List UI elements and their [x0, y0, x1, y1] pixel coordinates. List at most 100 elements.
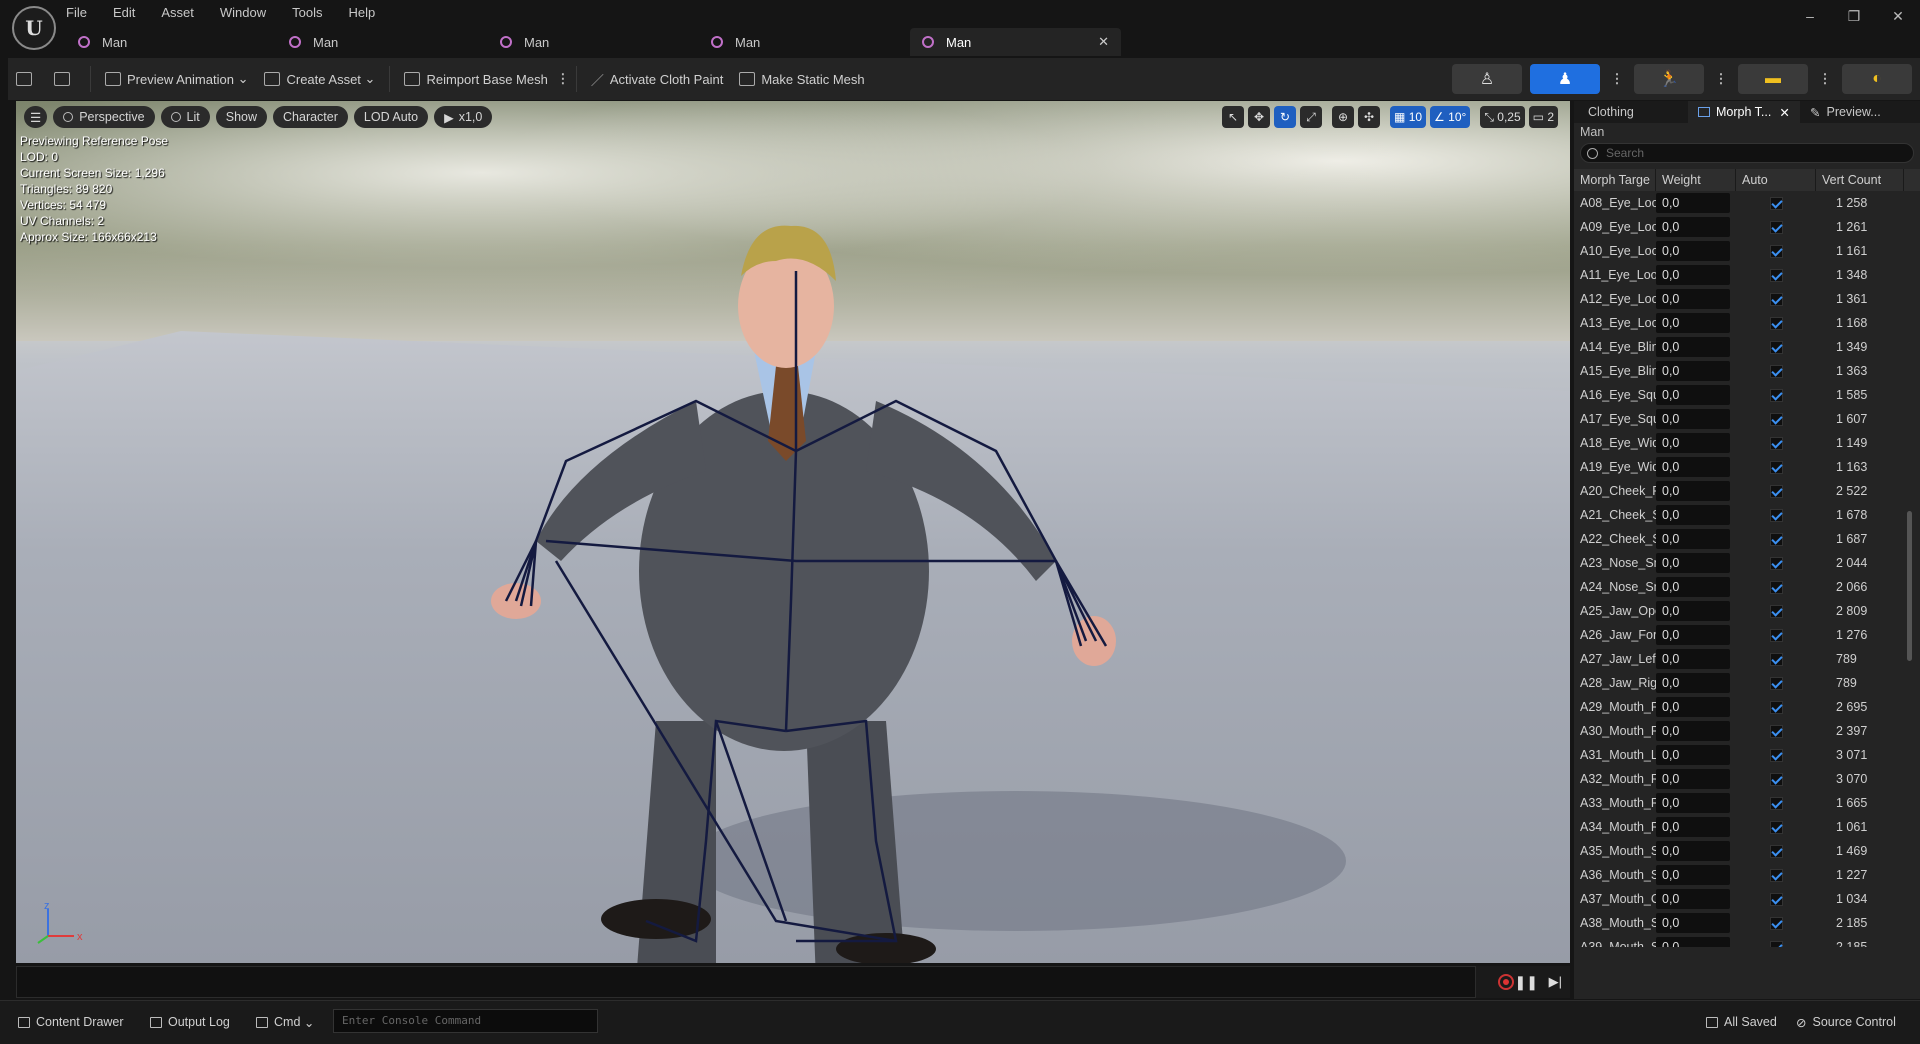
table-row[interactable]: A33_Mouth_Ro0,0 1 665 [1574, 791, 1920, 815]
auto-checkbox[interactable] [1769, 940, 1783, 947]
timeline-scrubber[interactable] [16, 966, 1476, 998]
weight-input[interactable]: 0,0 [1656, 505, 1730, 525]
menu-asset[interactable]: Asset [161, 5, 194, 20]
table-row[interactable]: A09_Eye_Look0,0 1 261 [1574, 215, 1920, 239]
unreal-logo-icon[interactable]: U [12, 6, 56, 50]
mode-options-icon[interactable]: ⋮ [1610, 71, 1624, 87]
skeleton-mode-button[interactable]: ♙ [1452, 64, 1522, 94]
weight-input[interactable]: 0,0 [1656, 601, 1730, 621]
playback-speed-button[interactable]: ▶ x1,0 [434, 106, 493, 128]
table-row[interactable]: A08_Eye_Look0,0 1 258 [1574, 191, 1920, 215]
table-row[interactable]: A38_Mouth_Sn0,0 2 185 [1574, 911, 1920, 935]
weight-input[interactable]: 0,0 [1656, 553, 1730, 573]
weight-input[interactable]: 0,0 [1656, 193, 1730, 213]
weight-input[interactable]: 0,0 [1656, 745, 1730, 765]
weight-input[interactable]: 0,0 [1656, 313, 1730, 333]
auto-checkbox[interactable] [1769, 316, 1783, 330]
weight-input[interactable]: 0,0 [1656, 697, 1730, 717]
create-asset-button[interactable]: Create Asset ⌄ [256, 64, 383, 94]
animation-mode-button[interactable]: 🏃 [1634, 64, 1704, 94]
table-row[interactable]: A32_Mouth_Ri 0,0 3 070 [1574, 767, 1920, 791]
console-command-input[interactable]: Enter Console Command [333, 1009, 598, 1033]
tab-man-2[interactable]: Man [277, 28, 488, 56]
auto-checkbox[interactable] [1769, 580, 1783, 594]
world-space-button[interactable]: ⊕ [1332, 106, 1354, 128]
auto-checkbox[interactable] [1769, 460, 1783, 474]
step-forward-icon[interactable]: ▶| [1549, 974, 1562, 990]
weight-input[interactable]: 0,0 [1656, 937, 1730, 947]
weight-input[interactable]: 0,0 [1656, 721, 1730, 741]
cmd-button[interactable]: Cmd ⌄ [256, 1012, 314, 1032]
weight-input[interactable]: 0,0 [1656, 385, 1730, 405]
weight-input[interactable]: 0,0 [1656, 481, 1730, 501]
lit-button[interactable]: Lit [160, 106, 210, 128]
auto-checkbox[interactable] [1769, 868, 1783, 882]
close-window-icon[interactable]: ✕ [1876, 8, 1920, 25]
viewport-options-button[interactable]: ☰ [24, 106, 48, 128]
table-row[interactable]: A29_Mouth_Fu0,0 2 695 [1574, 695, 1920, 719]
auto-checkbox[interactable] [1769, 772, 1783, 786]
reimport-options-icon[interactable]: ⋮ [556, 71, 570, 87]
auto-checkbox[interactable] [1769, 820, 1783, 834]
auto-checkbox[interactable] [1769, 676, 1783, 690]
table-row[interactable]: A13_Eye_Look0,0 1 168 [1574, 311, 1920, 335]
auto-checkbox[interactable] [1769, 628, 1783, 642]
menu-file[interactable]: File [66, 5, 87, 20]
tab-morph-targets[interactable]: Morph T... ✕ [1688, 101, 1800, 123]
auto-checkbox[interactable] [1769, 268, 1783, 282]
table-row[interactable]: A14_Eye_Blink0,0 1 349 [1574, 335, 1920, 359]
table-row[interactable]: A17_Eye_Squi 0,0 1 607 [1574, 407, 1920, 431]
restore-icon[interactable]: ❐ [1832, 8, 1876, 25]
weight-input[interactable]: 0,0 [1656, 649, 1730, 669]
weight-input[interactable]: 0,0 [1656, 865, 1730, 885]
auto-checkbox[interactable] [1769, 796, 1783, 810]
auto-checkbox[interactable] [1769, 220, 1783, 234]
column-auto[interactable]: Auto [1736, 169, 1816, 191]
all-saved-button[interactable]: All Saved [1706, 1012, 1777, 1032]
table-row[interactable]: A15_Eye_Blink0,0 1 363 [1574, 359, 1920, 383]
menu-window[interactable]: Window [220, 5, 266, 20]
save-button[interactable] [8, 64, 46, 94]
panel-scrollbar[interactable] [1907, 511, 1912, 661]
select-tool-button[interactable]: ↖ [1222, 106, 1244, 128]
column-weight[interactable]: Weight [1656, 169, 1736, 191]
table-row[interactable]: A39_Mouth_Sn0,0 2 185 [1574, 935, 1920, 947]
auto-checkbox[interactable] [1769, 700, 1783, 714]
blueprint-mode-button[interactable]: ▬ [1738, 64, 1808, 94]
minimize-icon[interactable]: – [1788, 8, 1832, 24]
surface-snap-button[interactable]: ✣ [1358, 106, 1380, 128]
table-row[interactable]: A11_Eye_Look 0,0 1 348 [1574, 263, 1920, 287]
weight-input[interactable]: 0,0 [1656, 529, 1730, 549]
weight-input[interactable]: 0,0 [1656, 793, 1730, 813]
auto-checkbox[interactable] [1769, 244, 1783, 258]
auto-checkbox[interactable] [1769, 412, 1783, 426]
close-tab-icon[interactable]: ✕ [1098, 34, 1109, 50]
perspective-button[interactable]: Perspective [53, 106, 155, 128]
reimport-button[interactable]: Reimport Base Mesh [396, 64, 555, 94]
table-row[interactable]: A18_Eye_Wide0,0 1 149 [1574, 431, 1920, 455]
auto-checkbox[interactable] [1769, 652, 1783, 666]
character-button[interactable]: Character [273, 106, 348, 128]
browse-button[interactable] [46, 64, 84, 94]
table-row[interactable]: A35_Mouth_Sh0,0 1 469 [1574, 839, 1920, 863]
table-row[interactable]: A19_Eye_Wide0,0 1 163 [1574, 455, 1920, 479]
close-tab-icon[interactable]: ✕ [1779, 105, 1789, 120]
camera-speed-button[interactable]: ▭ 2 [1528, 106, 1558, 128]
animation-options-icon[interactable]: ⋮ [1714, 71, 1728, 87]
table-row[interactable]: A25_Jaw_Ope 0,0 2 809 [1574, 599, 1920, 623]
weight-input[interactable]: 0,0 [1656, 289, 1730, 309]
auto-checkbox[interactable] [1769, 892, 1783, 906]
table-row[interactable]: A23_Nose_Sne0,0 2 044 [1574, 551, 1920, 575]
weight-input[interactable]: 0,0 [1656, 433, 1730, 453]
menu-tools[interactable]: Tools [292, 5, 322, 20]
table-row[interactable]: A26_Jaw_Forv 0,0 1 276 [1574, 623, 1920, 647]
output-log-button[interactable]: Output Log [150, 1012, 230, 1032]
preview-animation-button[interactable]: Preview Animation ⌄ [97, 64, 256, 94]
content-drawer-button[interactable]: Content Drawer [18, 1012, 124, 1032]
morph-search-input[interactable]: Search [1580, 143, 1914, 163]
weight-input[interactable]: 0,0 [1656, 409, 1730, 429]
tab-man-active[interactable]: Man ✕ [910, 28, 1121, 56]
tab-man-1[interactable]: Man [66, 28, 277, 56]
tab-man-3[interactable]: Man [488, 28, 699, 56]
table-row[interactable]: A21_Cheek_Sq0,0 1 678 [1574, 503, 1920, 527]
